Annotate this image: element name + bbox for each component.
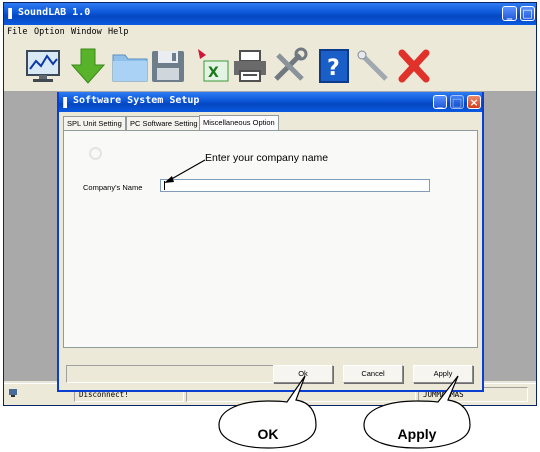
main-titlebar[interactable]: SoundLAB 1.0 _ □ [4,3,536,25]
print-icon[interactable] [230,47,270,85]
download-arrow-icon[interactable] [68,47,108,85]
window-title: SoundLAB 1.0 [18,7,91,18]
exit-icon[interactable] [394,47,434,85]
menu-help[interactable]: Help [108,27,128,37]
tab-pc-software-setting[interactable]: PC Software Setting [126,116,202,130]
svg-text:?: ? [327,56,340,81]
close-icon: × [469,96,479,109]
svg-text:X: X [208,65,219,81]
dialog-maximize-button[interactable]: □ [450,95,464,109]
app-icon [8,8,12,19]
company-name-input[interactable] [160,179,430,192]
dialog-close-button[interactable]: × [467,95,481,109]
export-excel-icon[interactable]: X [192,47,232,85]
apply-bubble-label: Apply [397,426,437,442]
minimize-icon: _ [506,7,513,20]
menu-file[interactable]: File [7,27,27,37]
maximize-icon: □ [451,96,463,109]
text-caret [164,181,165,190]
dialog-titlebar[interactable]: Software System Setup _ □ × [59,92,482,112]
monitor-chart-icon[interactable] [24,47,64,85]
magic-wand-icon[interactable] [354,47,394,85]
dialog-status-field [66,365,276,383]
minimize-icon: _ [437,96,443,109]
cancel-button[interactable]: Cancel [343,365,403,383]
tab-spl-unit-setting[interactable]: SPL Unit Setting [63,116,126,130]
folder-icon[interactable] [110,47,150,85]
menu-option[interactable]: Option [34,27,65,37]
dialog-app-icon [63,97,67,108]
connection-icon [9,389,17,397]
restore-icon: □ [522,7,533,20]
dialog-title: Software System Setup [73,95,200,106]
setup-dialog: Software System Setup _ □ × SPL Unit Set… [57,92,484,392]
apply-button[interactable]: Apply [413,365,473,383]
save-icon[interactable] [148,47,188,85]
minimize-button[interactable]: _ [502,6,517,21]
menu-window[interactable]: Window [71,27,102,37]
ok-button[interactable]: Ok [273,365,333,383]
settings-icon [89,147,102,160]
company-name-callout: Enter your company name [204,152,330,164]
dialog-minimize-button[interactable]: _ [433,95,447,109]
help-icon[interactable]: ? [314,47,354,85]
company-name-label: Company's Name [83,183,143,192]
dialog-button-area: Ok Cancel Apply [59,350,482,390]
restore-button[interactable]: □ [520,6,535,21]
tab-miscellaneous-option[interactable]: Miscellaneous Option [199,115,279,131]
menubar: File Option Window Help [4,25,536,41]
toolbar: X ? [4,41,536,91]
ok-bubble-label: OK [257,426,279,442]
tools-icon[interactable] [270,47,310,85]
